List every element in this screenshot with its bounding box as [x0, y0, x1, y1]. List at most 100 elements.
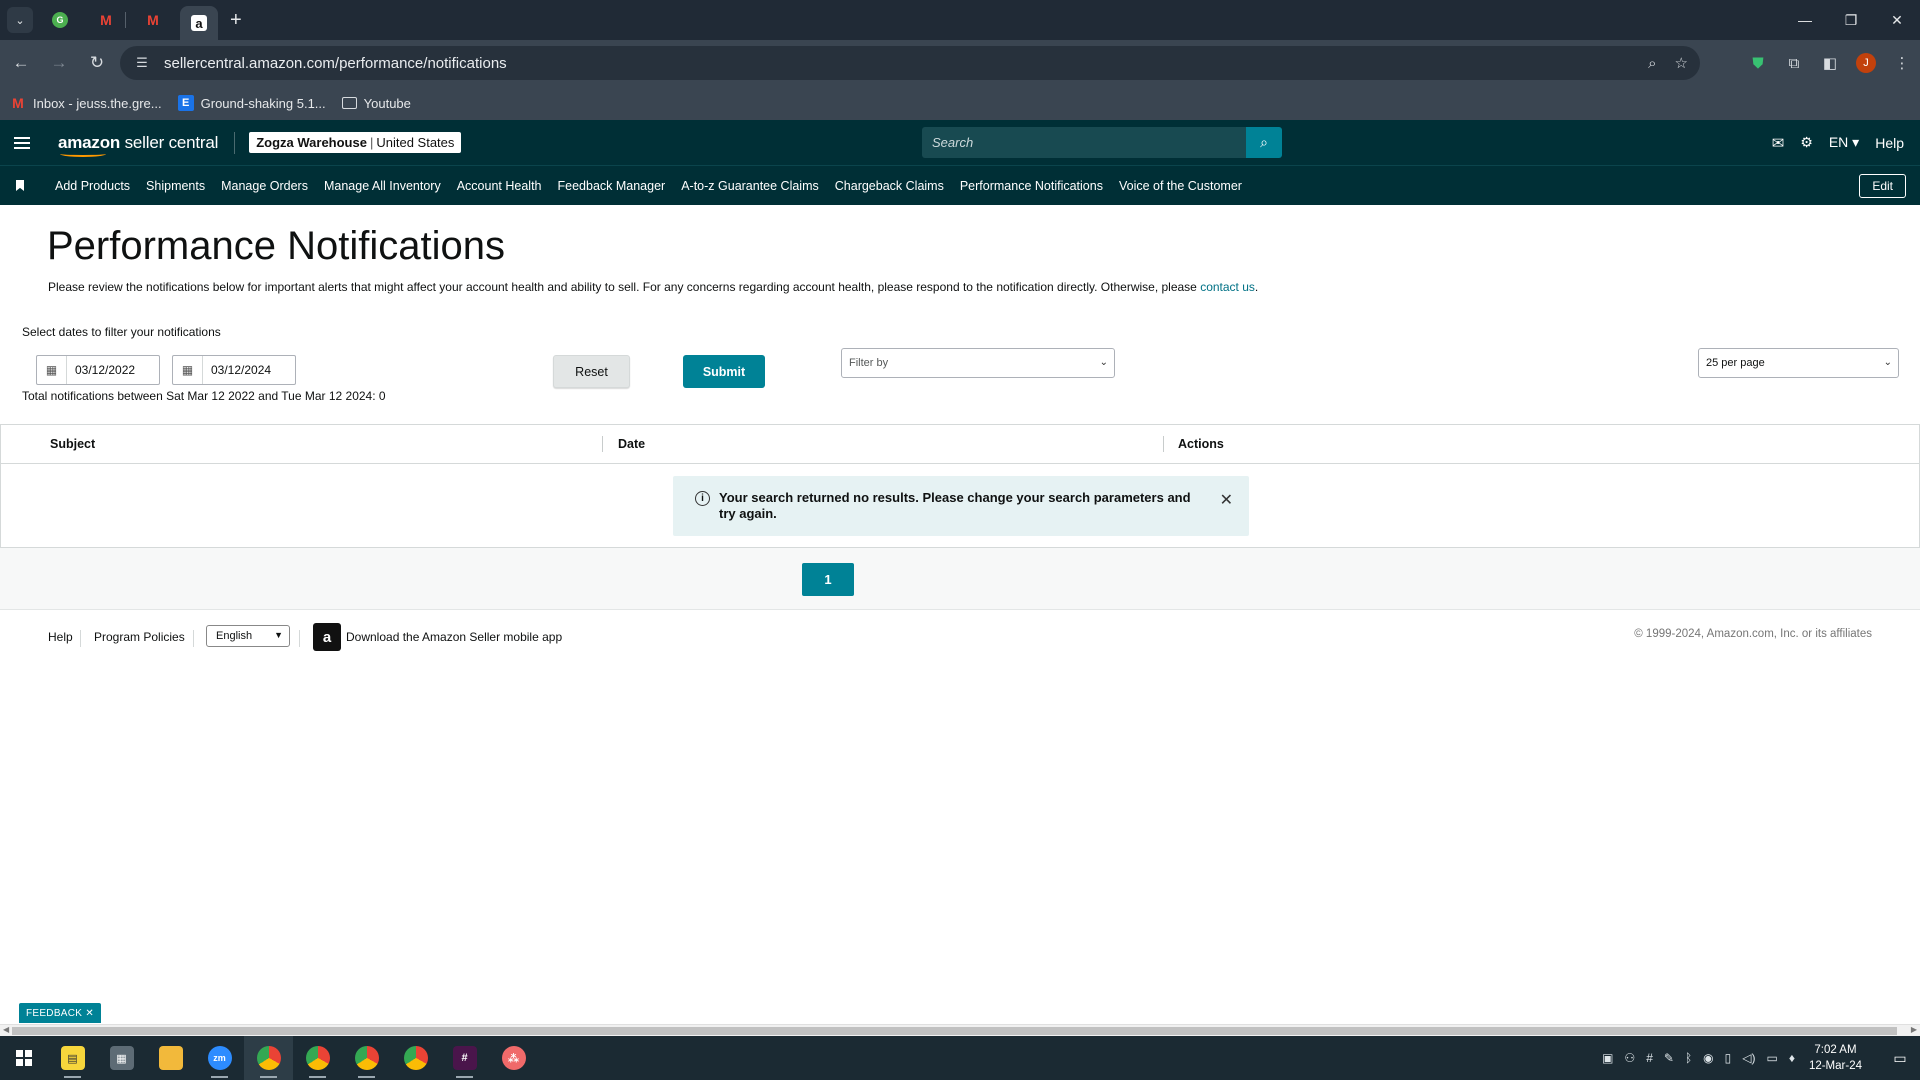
nav-feedback-manager[interactable]: Feedback Manager [558, 179, 666, 193]
taskbar-zoom[interactable]: zm [195, 1036, 244, 1080]
folder-icon [341, 97, 357, 109]
scrollbar-thumb[interactable] [12, 1027, 1897, 1035]
people-icon[interactable]: ⚇ [1624, 1051, 1635, 1065]
taskbar-sticky-notes[interactable]: ▤ [48, 1036, 97, 1080]
taskbar-file-explorer[interactable] [146, 1036, 195, 1080]
footer-language-select[interactable]: English ▼ [206, 625, 290, 647]
zoom-icon[interactable]: ⌕ [1648, 55, 1656, 72]
contact-us-link[interactable]: contact us [1200, 280, 1255, 294]
reload-icon[interactable]: ↻ [80, 46, 114, 80]
url-text[interactable]: sellercentral.amazon.com/performance/not… [164, 55, 507, 72]
taskbar-slack[interactable]: # [440, 1036, 489, 1080]
zoom-tray-icon[interactable]: ◉ [1703, 1051, 1713, 1065]
column-divider [602, 436, 603, 452]
restore-icon[interactable]: ❐ [1828, 0, 1874, 40]
page-intro: Please review the notifications below fo… [48, 280, 1259, 294]
filter-by-select[interactable]: Filter by ⌄ [841, 348, 1115, 378]
minimize-icon[interactable]: — [1782, 0, 1828, 40]
taskbar-chrome-2[interactable] [293, 1036, 342, 1080]
sticky-notes-icon: ▤ [60, 1046, 85, 1070]
nvidia-icon[interactable]: ▣ [1602, 1051, 1613, 1065]
search-icon[interactable]: ⌕ [1246, 127, 1282, 158]
column-subject[interactable]: Subject [50, 437, 95, 451]
submit-button[interactable]: Submit [683, 355, 765, 388]
nav-a-to-z-claims[interactable]: A-to-z Guarantee Claims [681, 179, 819, 193]
amazon-app-icon[interactable]: a [313, 623, 341, 651]
bookmark-star-icon[interactable]: ☆ [1675, 54, 1688, 72]
network-icon[interactable]: ▭ [1766, 1051, 1777, 1065]
bookmark-flag-icon[interactable] [16, 180, 24, 191]
footer-divider [80, 630, 81, 647]
nav-performance-notifications[interactable]: Performance Notifications [960, 179, 1103, 193]
pen-icon[interactable]: ✎ [1664, 1051, 1674, 1065]
forward-icon[interactable]: → [42, 46, 76, 80]
program-policies-link[interactable]: Program Policies [94, 630, 185, 644]
feedback-tab[interactable]: FEEDBACK ✕ [19, 1003, 101, 1023]
messages-icon[interactable]: ✉ [1772, 134, 1785, 152]
store-selector[interactable]: Zogza Warehouse | United States [249, 132, 462, 153]
taskbar-calculator[interactable]: ▦ [97, 1036, 146, 1080]
footer-help-link[interactable]: Help [48, 630, 73, 644]
bluetooth-icon[interactable]: ᛒ [1685, 1051, 1692, 1065]
battery-icon[interactable]: ▯ [1725, 1051, 1732, 1065]
nav-voice-of-customer[interactable]: Voice of the Customer [1119, 179, 1242, 193]
scroll-right-arrow-icon[interactable]: ▶ [1911, 1025, 1917, 1034]
taskbar-chrome-4[interactable] [391, 1036, 440, 1080]
page-button-current[interactable]: 1 [802, 563, 854, 596]
profile-avatar[interactable]: J [1856, 53, 1876, 73]
start-button[interactable] [0, 1036, 48, 1080]
bookmark-inbox[interactable]: M Inbox - jeuss.the.gre... [10, 95, 161, 111]
language-selector[interactable]: EN ▾ [1829, 134, 1859, 151]
tab-search-button[interactable]: ⌄ [7, 7, 33, 33]
side-panel-icon[interactable]: ◧ [1812, 45, 1848, 81]
bookmark-youtube-folder[interactable]: Youtube [341, 96, 411, 111]
seller-search-input[interactable]: Search [922, 127, 1246, 158]
amazon-seller-central-logo[interactable]: amazon seller central [58, 133, 218, 157]
taskbar-chrome-3[interactable] [342, 1036, 391, 1080]
start-date-field[interactable]: ▦ 03/12/2022 [36, 355, 160, 385]
notification-center-icon[interactable]: ▭ [1880, 1050, 1920, 1067]
taskbar-clock[interactable]: 7:02 AM 12-Mar-24 [1809, 1042, 1862, 1074]
bookmark-ground-shaking[interactable]: E Ground-shaking 5.1... [177, 95, 326, 111]
close-icon[interactable]: ✕ [1220, 490, 1233, 510]
slack-tray-icon[interactable]: # [1646, 1051, 1653, 1065]
volume-icon[interactable]: ◁) [1742, 1051, 1755, 1065]
calendar-icon[interactable]: ▦ [37, 356, 67, 384]
nav-manage-all-inventory[interactable]: Manage All Inventory [324, 179, 441, 193]
download-app-link[interactable]: Download the Amazon Seller mobile app [346, 630, 562, 644]
microphone-icon[interactable]: ♦ [1789, 1051, 1795, 1065]
browser-tab-gmail-2[interactable]: M [134, 4, 172, 36]
address-bar[interactable]: ☰ sellercentral.amazon.com/performance/n… [120, 46, 1700, 80]
help-link[interactable]: Help [1875, 135, 1904, 151]
browser-tab-gmail-1[interactable]: M [87, 4, 125, 36]
per-page-select[interactable]: 25 per page ⌄ [1698, 348, 1899, 378]
extensions-icon[interactable]: ⧉ [1776, 45, 1812, 81]
browser-tab-amazon[interactable]: a [180, 6, 218, 40]
hamburger-menu-icon[interactable] [14, 136, 30, 149]
reset-button[interactable]: Reset [553, 355, 630, 388]
start-date-value[interactable]: 03/12/2022 [67, 356, 159, 384]
more-menu-icon[interactable]: ⋮ [1884, 45, 1920, 81]
site-info-icon[interactable]: ☰ [130, 51, 154, 75]
close-icon[interactable]: ✕ [1874, 0, 1920, 40]
back-icon[interactable]: ← [4, 46, 38, 80]
column-date[interactable]: Date [618, 437, 645, 451]
taskbar-asana[interactable]: ⁂ [489, 1036, 538, 1080]
shield-extension-icon[interactable]: ⛊ [1740, 45, 1776, 81]
nav-shipments[interactable]: Shipments [146, 179, 205, 193]
scroll-left-arrow-icon[interactable]: ◀ [3, 1025, 9, 1034]
edit-nav-button[interactable]: Edit [1859, 174, 1906, 198]
browser-tab-grammarly[interactable]: G [41, 4, 79, 36]
nav-chargeback-claims[interactable]: Chargeback Claims [835, 179, 944, 193]
calendar-icon[interactable]: ▦ [173, 356, 203, 384]
new-tab-button[interactable]: + [230, 9, 242, 32]
nav-account-health[interactable]: Account Health [457, 179, 542, 193]
end-date-value[interactable]: 03/12/2024 [203, 356, 295, 384]
nav-add-products[interactable]: Add Products [55, 179, 130, 193]
end-date-field[interactable]: ▦ 03/12/2024 [172, 355, 296, 385]
taskbar-chrome-1[interactable] [244, 1036, 293, 1080]
horizontal-scrollbar[interactable]: ◀ ▶ [0, 1024, 1920, 1036]
nav-manage-orders[interactable]: Manage Orders [221, 179, 308, 193]
folder-icon [158, 1046, 183, 1070]
settings-gear-icon[interactable]: ⚙ [1800, 134, 1813, 151]
